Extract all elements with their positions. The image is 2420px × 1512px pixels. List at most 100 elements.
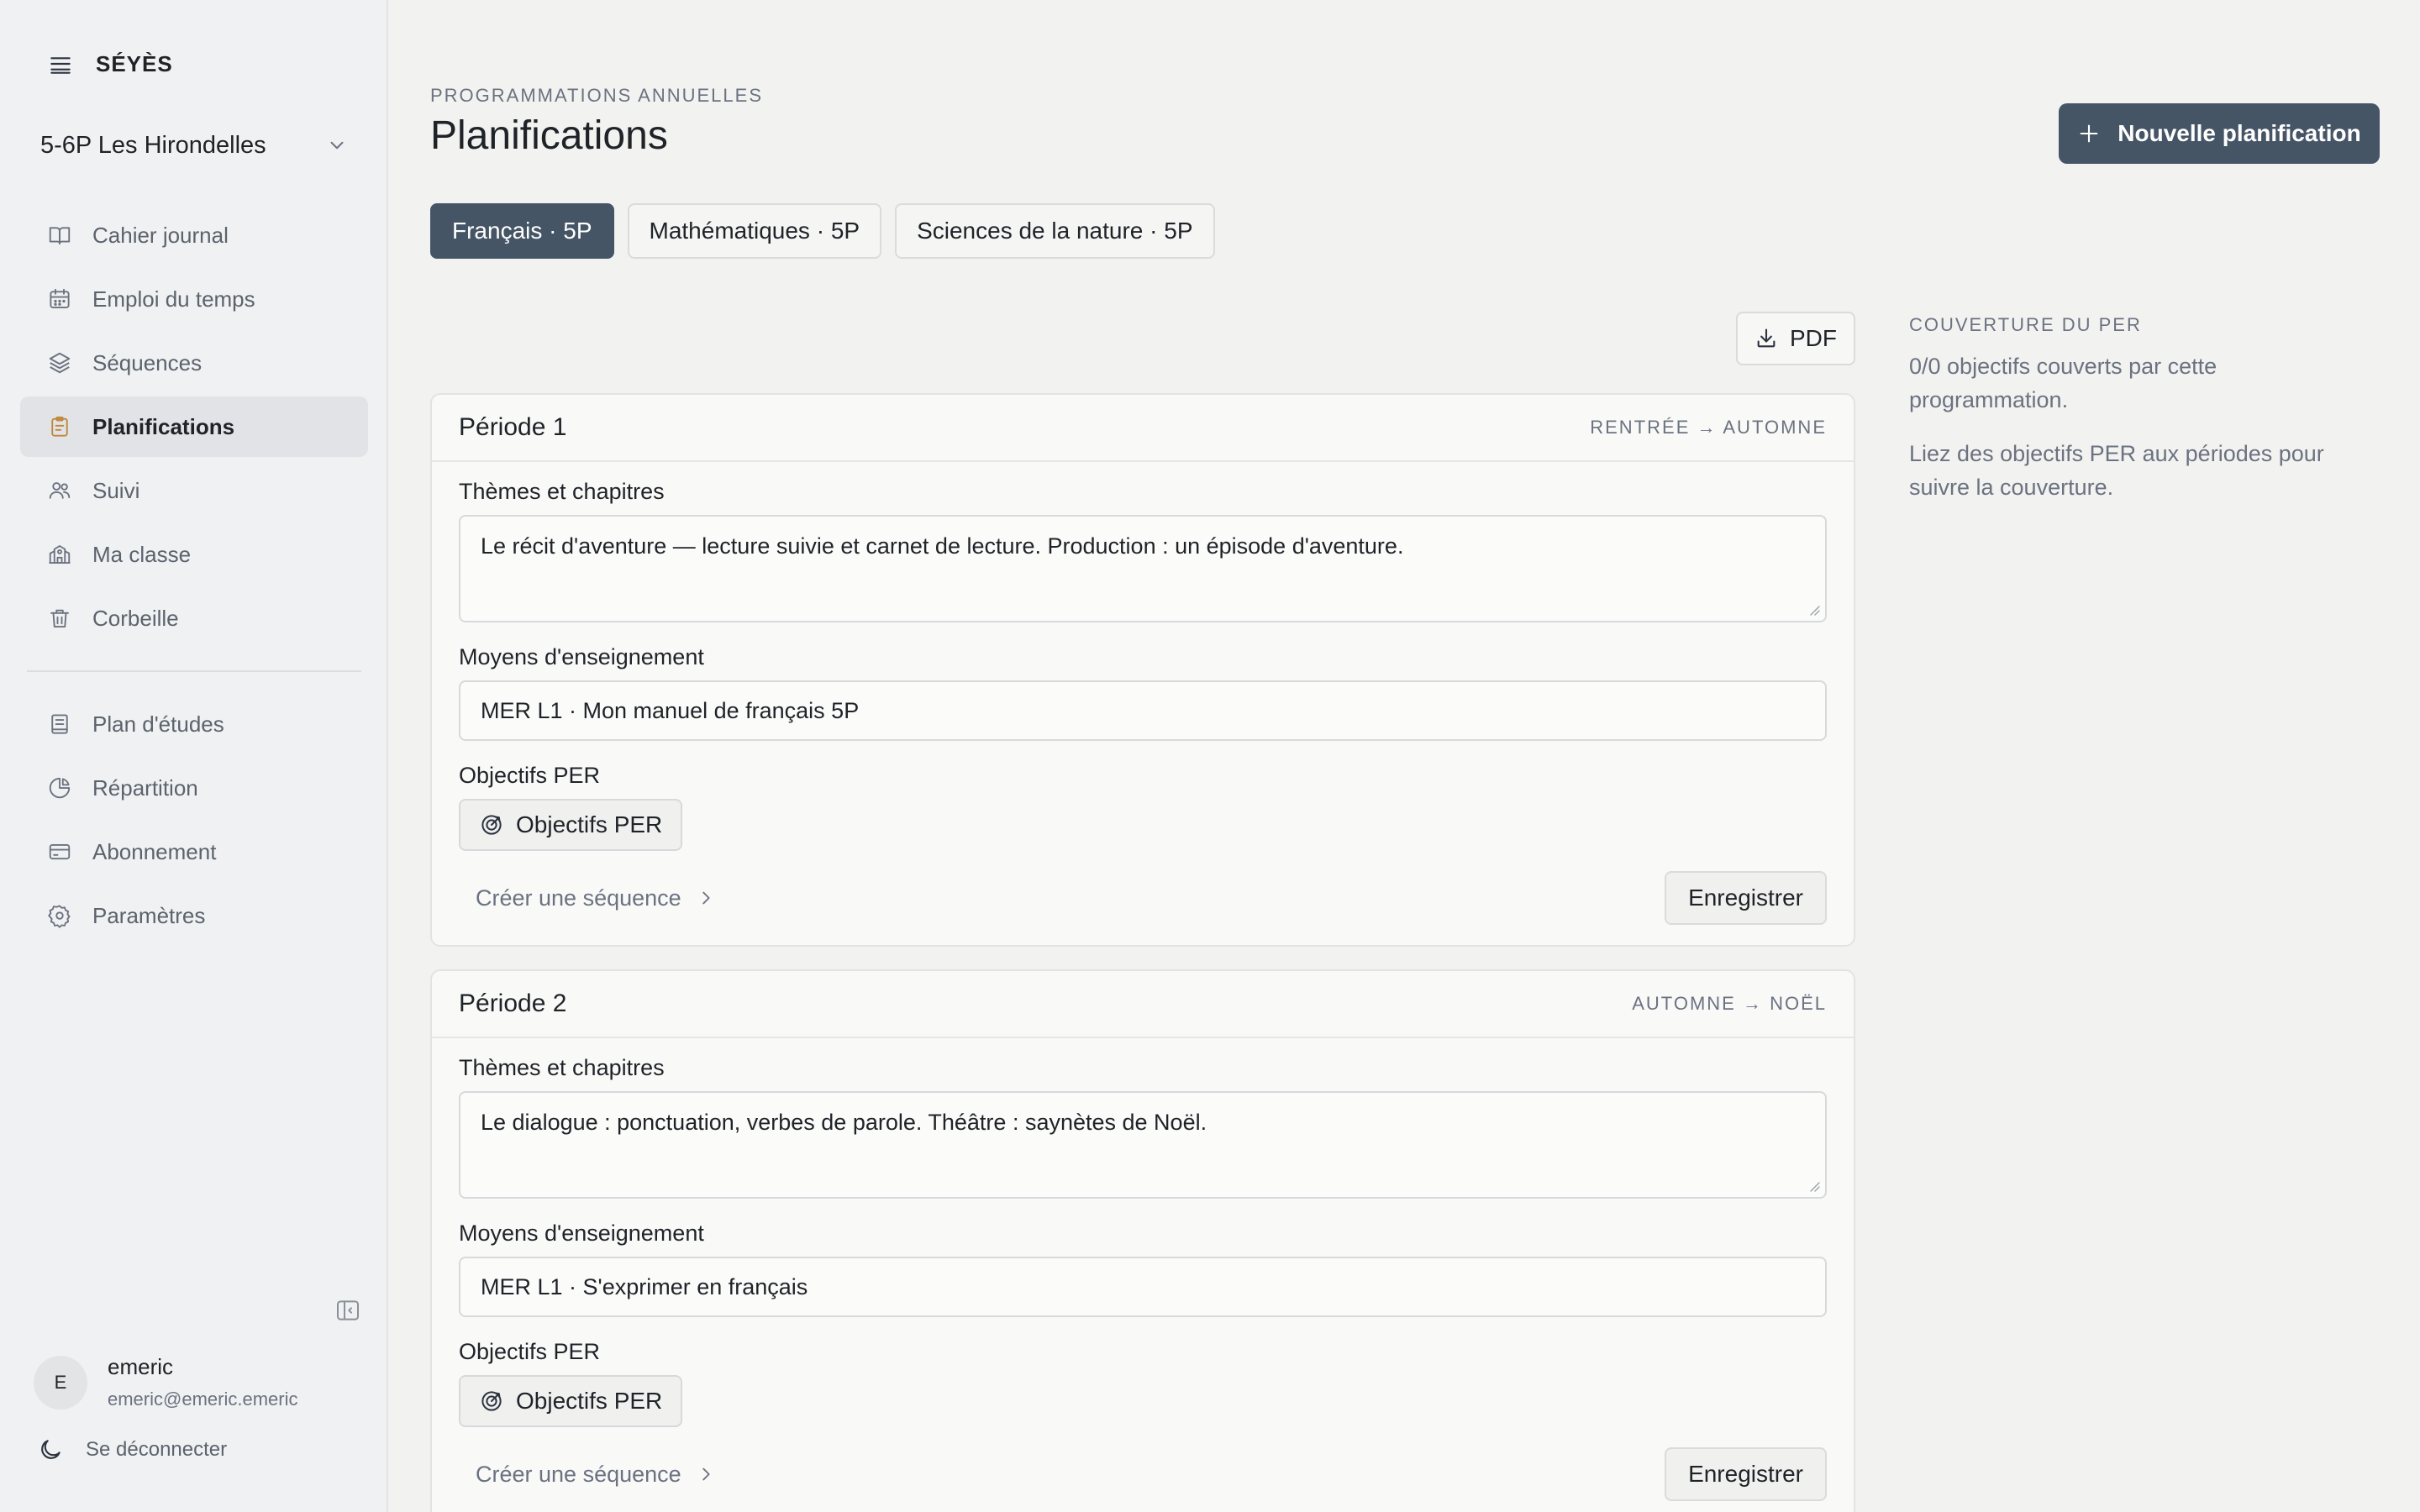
coverage-hint: Liez des objectifs PER aux périodes pour… [1909, 441, 2324, 500]
per-coverage-panel: COUVERTURE DU PER 0/0 objectifs couverts… [1909, 314, 2380, 524]
resize-grip-icon[interactable] [1808, 1180, 1820, 1192]
class-selector-value: 5-6P Les Hirondelles [40, 131, 266, 159]
tab-sciences[interactable]: Sciences de la nature · 5P [895, 203, 1215, 259]
sidebar-item-label: Paramètres [92, 902, 206, 928]
means-label: Moyens d'enseignement [459, 1221, 704, 1246]
period-title: Période 1 [459, 413, 567, 441]
layers-icon [47, 350, 72, 375]
credit-card-icon [47, 839, 72, 864]
objectives-per-label: Objectifs PER [516, 811, 663, 837]
themes-label: Thèmes et chapitres [459, 479, 665, 504]
sidebar-item-planifications[interactable]: Planifications [20, 396, 368, 457]
sidebar-nav: Cahier journal Emploi du temps Séquences… [20, 205, 368, 949]
new-planification-button[interactable]: Nouvelle planification [2059, 103, 2380, 164]
pdf-label: PDF [1790, 325, 1837, 351]
sidebar-item-label: Corbeille [92, 605, 179, 631]
means-input[interactable]: MER L1 · Mon manuel de français 5P [459, 680, 1827, 741]
coverage-summary: 0/0 objectifs couverts par cette program… [1909, 354, 2217, 412]
create-sequence-label: Créer une séquence [476, 1461, 681, 1487]
sidebar: SÉYÈS 5-6P Les Hirondelles Cahier journa… [0, 0, 388, 1512]
gear-icon [47, 903, 72, 928]
objectives-per-label: Objectifs PER [516, 1388, 663, 1414]
themes-value: Le dialogue : ponctuation, verbes de par… [481, 1110, 1207, 1135]
create-sequence-label: Créer une séquence [476, 885, 681, 911]
sidebar-collapse-icon[interactable] [334, 1297, 361, 1324]
book-open-icon [47, 223, 72, 248]
sidebar-item-label: Plan d'études [92, 711, 224, 737]
trash-icon [47, 606, 72, 631]
objectives-label: Objectifs PER [459, 763, 601, 788]
sidebar-item-suivi[interactable]: Suivi [20, 460, 368, 521]
means-label: Moyens d'enseignement [459, 644, 704, 669]
create-sequence-link[interactable]: Créer une séquence [476, 1462, 715, 1488]
sidebar-item-label: Suivi [92, 477, 140, 503]
moon-icon [37, 1436, 64, 1463]
themes-textarea[interactable]: Le récit d'aventure — lecture suivie et … [459, 515, 1827, 622]
objectives-label: Objectifs PER [459, 1339, 601, 1364]
user-profile[interactable]: E emeric emeric@emeric.emeric [34, 1354, 297, 1410]
period-range: AUTOMNE → NOËL [1632, 993, 1827, 1014]
pdf-export-button[interactable]: PDF [1736, 312, 1855, 365]
period-range: RENTRÉE → AUTOMNE [1590, 417, 1827, 438]
chevron-right-icon [697, 889, 715, 907]
sidebar-item-label: Planifications [92, 413, 235, 439]
users-icon [47, 478, 72, 503]
means-value: MER L1 · Mon manuel de français 5P [481, 697, 860, 723]
sidebar-item-abonnement[interactable]: Abonnement [20, 822, 368, 882]
objectives-per-button[interactable]: Objectifs PER [459, 799, 683, 851]
clipboard-icon [47, 414, 72, 439]
logout-button[interactable]: Se déconnecter [37, 1436, 227, 1463]
themes-textarea[interactable]: Le dialogue : ponctuation, verbes de par… [459, 1091, 1827, 1199]
means-value: MER L1 · S'exprimer en français [481, 1273, 808, 1299]
save-button[interactable]: Enregistrer [1665, 1447, 1827, 1501]
period-header: Période 2 AUTOMNE → NOËL [432, 971, 1854, 1038]
pie-chart-icon [47, 775, 72, 801]
chevron-down-icon [326, 134, 348, 156]
coverage-title: COUVERTURE DU PER [1909, 314, 2142, 335]
sidebar-item-plan-etudes[interactable]: Plan d'études [20, 694, 368, 754]
themes-value: Le récit d'aventure — lecture suivie et … [481, 533, 1404, 559]
user-email: emeric@emeric.emeric [108, 1389, 298, 1410]
period-header: Période 1 RENTRÉE → AUTOMNE [432, 395, 1854, 462]
sidebar-item-cahier-journal[interactable]: Cahier journal [20, 205, 368, 265]
sidebar-item-label: Cahier journal [92, 222, 229, 248]
page-title: Planifications [430, 113, 668, 158]
sidebar-item-corbeille[interactable]: Corbeille [20, 588, 368, 648]
class-selector[interactable]: 5-6P Les Hirondelles [40, 126, 348, 165]
sidebar-item-repartition[interactable]: Répartition [20, 758, 368, 818]
brand-name: SÉYÈS [96, 50, 173, 76]
sidebar-item-sequences[interactable]: Séquences [20, 333, 368, 393]
nav-divider [27, 670, 361, 672]
logout-label: Se déconnecter [86, 1438, 228, 1461]
period-card: Période 1 RENTRÉE → AUTOMNE Thèmes et ch… [430, 393, 1855, 947]
user-name: emeric [108, 1354, 174, 1379]
subject-tabs: Français · 5P Mathématiques · 5P Science… [430, 203, 1215, 259]
avatar: E [34, 1355, 87, 1410]
notebook-icon [47, 711, 72, 737]
resize-grip-icon[interactable] [1808, 604, 1820, 616]
means-input[interactable]: MER L1 · S'exprimer en français [459, 1257, 1827, 1317]
period-card: Période 2 AUTOMNE → NOËL Thèmes et chapi… [430, 969, 1855, 1512]
sidebar-item-parametres[interactable]: Paramètres [20, 885, 368, 946]
period-title: Période 2 [459, 990, 567, 1017]
sidebar-item-label: Emploi du temps [92, 286, 255, 312]
objectives-per-button[interactable]: Objectifs PER [459, 1375, 683, 1427]
tab-francais[interactable]: Français · 5P [430, 203, 614, 259]
create-sequence-link[interactable]: Créer une séquence [476, 885, 715, 911]
brand: SÉYÈS [47, 50, 173, 77]
new-planification-label: Nouvelle planification [2118, 120, 2361, 146]
chevron-right-icon [697, 1465, 715, 1483]
sidebar-item-label: Abonnement [92, 838, 217, 864]
page-eyebrow: PROGRAMMATIONS ANNUELLES [430, 85, 763, 106]
sidebar-item-emploi-du-temps[interactable]: Emploi du temps [20, 269, 368, 329]
save-button[interactable]: Enregistrer [1665, 871, 1827, 925]
tab-mathematiques[interactable]: Mathématiques · 5P [627, 203, 882, 259]
download-icon [1754, 327, 1778, 350]
sidebar-item-label: Séquences [92, 349, 203, 375]
calendar-icon [47, 286, 72, 312]
plus-icon [2077, 122, 2101, 145]
target-icon [479, 812, 504, 837]
menu-icon[interactable] [47, 50, 74, 77]
sidebar-item-label: Répartition [92, 774, 198, 801]
sidebar-item-ma-classe[interactable]: Ma classe [20, 524, 368, 585]
